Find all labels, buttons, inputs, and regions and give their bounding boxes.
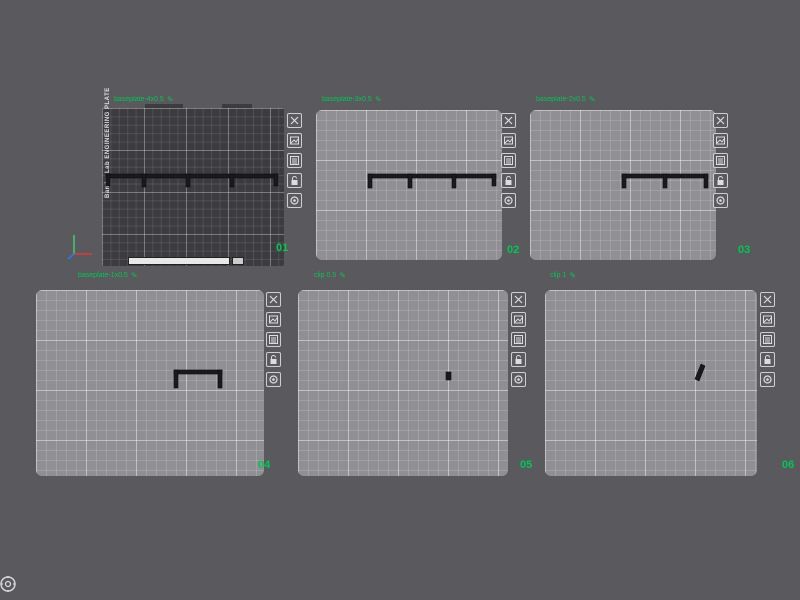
settings-icon[interactable]	[287, 193, 302, 208]
axis-gizmo-icon	[67, 235, 92, 260]
plate-number-02: 02	[507, 244, 520, 256]
plate-toolbar-04	[266, 292, 281, 387]
baseplate-2x-model[interactable]	[620, 170, 712, 190]
arrange-icon[interactable]	[713, 133, 728, 148]
lock-icon[interactable]	[511, 352, 526, 367]
orient-icon[interactable]	[287, 153, 302, 168]
baseplate-4x-model[interactable]	[104, 170, 282, 190]
settings-icon[interactable]	[501, 193, 516, 208]
settings-icon[interactable]	[266, 372, 281, 387]
plate-toolbar-02	[501, 113, 516, 208]
plate-label-03[interactable]: baseplate-2x0.5 ✎	[536, 95, 596, 104]
orient-icon[interactable]	[713, 153, 728, 168]
edit-icon[interactable]: ✎	[589, 95, 596, 104]
baseplate-3x-model[interactable]	[366, 170, 500, 190]
plate-name: baseplate-4x0.5	[114, 96, 164, 103]
build-plate-04[interactable]	[36, 290, 264, 476]
lock-icon[interactable]	[501, 173, 516, 188]
orient-icon[interactable]	[760, 332, 775, 347]
lock-icon[interactable]	[266, 352, 281, 367]
plate-label-tag	[232, 257, 244, 265]
close-icon[interactable]	[266, 292, 281, 307]
lock-icon[interactable]	[713, 173, 728, 188]
close-icon[interactable]	[713, 113, 728, 128]
close-icon[interactable]	[760, 292, 775, 307]
plate-label-strip	[128, 257, 230, 265]
plate-toolbar-06	[760, 292, 775, 387]
build-plate-05[interactable]	[298, 290, 508, 476]
plate-label-05[interactable]: clip 0.5 ✎	[314, 271, 346, 280]
plate-toolbar-03	[713, 113, 728, 208]
plate-name: baseplate-1x0.5	[78, 272, 128, 279]
plate-number-03: 03	[738, 244, 751, 256]
plate-number-06: 06	[782, 459, 795, 471]
orient-icon[interactable]	[501, 153, 516, 168]
plate-label-02[interactable]: baseplate-3x0.5 ✎	[322, 95, 382, 104]
edit-icon[interactable]: ✎	[375, 95, 382, 104]
edit-icon[interactable]: ✎	[339, 271, 346, 280]
arrange-icon[interactable]	[511, 312, 526, 327]
settings-icon[interactable]	[760, 372, 775, 387]
clip-0.5-model[interactable]	[444, 370, 454, 382]
edit-icon[interactable]: ✎	[167, 95, 174, 104]
build-plate-06[interactable]	[545, 290, 757, 476]
baseplate-1x-model[interactable]	[172, 366, 226, 390]
close-icon[interactable]	[511, 292, 526, 307]
plate-label-06[interactable]: clip 1 ✎	[550, 271, 576, 280]
plate-toolbar-05	[511, 292, 526, 387]
orient-icon[interactable]	[266, 332, 281, 347]
close-icon[interactable]	[501, 113, 516, 128]
plate-toolbar-01	[287, 113, 302, 208]
edit-icon[interactable]: ✎	[569, 271, 576, 280]
settings-icon[interactable]	[511, 372, 526, 387]
view-settings-icon[interactable]	[0, 574, 20, 594]
plate-number-01: 01	[276, 242, 289, 254]
orient-icon[interactable]	[511, 332, 526, 347]
edit-icon[interactable]: ✎	[131, 271, 138, 280]
plate-number-04: 04	[258, 459, 271, 471]
plate-name: baseplate-2x0.5	[536, 96, 586, 103]
plate-name: clip 0.5	[314, 272, 337, 279]
plate-label-04[interactable]: baseplate-1x0.5 ✎	[78, 271, 138, 280]
clip-1-model[interactable]	[692, 362, 708, 384]
plate-name: clip 1	[550, 272, 567, 279]
plate-label-01[interactable]: baseplate-4x0.5 ✎	[114, 95, 174, 104]
arrange-icon[interactable]	[287, 133, 302, 148]
arrange-icon[interactable]	[266, 312, 281, 327]
plate-number-05: 05	[520, 459, 533, 471]
arrange-icon[interactable]	[501, 133, 516, 148]
settings-icon[interactable]	[713, 193, 728, 208]
plate-name: baseplate-3x0.5	[322, 96, 372, 103]
close-icon[interactable]	[287, 113, 302, 128]
lock-icon[interactable]	[287, 173, 302, 188]
lock-icon[interactable]	[760, 352, 775, 367]
arrange-icon[interactable]	[760, 312, 775, 327]
